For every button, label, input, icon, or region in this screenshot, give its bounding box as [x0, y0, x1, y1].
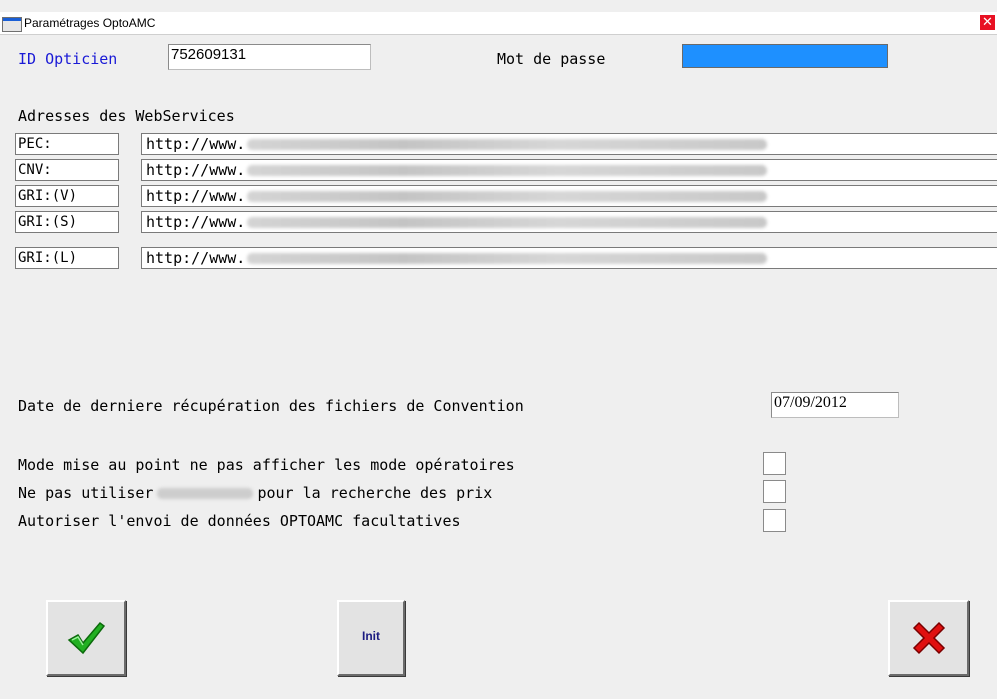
ws-code-cnv: CNV:	[15, 159, 119, 181]
ws-url-prefix: http://www.	[146, 249, 246, 267]
ws-code-gri-s: GRI:(S)	[15, 211, 119, 233]
webservices-heading: Adresses des WebServices	[18, 107, 235, 125]
optional-data-label: Autoriser l'envoi de données OPTOAMC fac…	[18, 512, 461, 530]
init-button[interactable]: Init	[337, 600, 405, 676]
ws-url-pec[interactable]: http://www.	[141, 133, 997, 155]
convention-date-label: Date de derniere récupération des fichie…	[18, 397, 524, 415]
ws-code-pec: PEC:	[15, 133, 119, 155]
redacted-url	[247, 217, 768, 228]
cancel-button[interactable]	[888, 600, 969, 676]
close-icon[interactable]: ✕	[980, 15, 995, 30]
settings-window: Paramétrages OptoAMC ✕ ID Opticien 75260…	[0, 0, 997, 699]
password-label: Mot de passe	[497, 50, 606, 68]
no-price-grid-label-end: pour la recherche des prix	[257, 484, 493, 502]
redacted-url	[247, 139, 768, 150]
id-opticien-label: ID Opticien	[18, 50, 118, 68]
ws-code-gri-v: GRI:(V)	[15, 185, 119, 207]
ok-button[interactable]	[46, 600, 126, 676]
checkmark-icon	[67, 621, 106, 655]
window-icon	[2, 17, 22, 32]
ws-url-prefix: http://www.	[146, 161, 246, 179]
red-x-icon	[912, 621, 945, 655]
title-bar[interactable]: Paramétrages OptoAMC ✕	[0, 12, 997, 35]
ws-url-gri-l[interactable]: http://www.	[141, 247, 997, 269]
ws-url-gri-s[interactable]: http://www.	[141, 211, 997, 233]
redacted-url	[247, 165, 768, 176]
redacted-url	[247, 253, 768, 264]
id-opticien-field[interactable]: 752609131	[168, 44, 371, 70]
convention-date-field[interactable]: 07/09/2012	[771, 392, 899, 418]
redacted-product-name	[157, 488, 254, 499]
ws-url-prefix: http://www.	[146, 187, 246, 205]
debug-mode-label: Mode mise au point ne pas afficher les m…	[18, 456, 515, 474]
ws-url-gri-v[interactable]: http://www.	[141, 185, 997, 207]
no-price-grid-checkbox[interactable]	[763, 480, 786, 503]
ws-code-gri-l: GRI:(L)	[15, 247, 119, 269]
ws-url-prefix: http://www.	[146, 213, 246, 231]
window-title: Paramétrages OptoAMC	[24, 16, 156, 30]
ws-url-prefix: http://www.	[146, 135, 246, 153]
no-price-grid-label: Ne pas utiliser pour la recherche des pri…	[18, 484, 492, 502]
redacted-url	[247, 191, 768, 202]
debug-mode-checkbox[interactable]	[763, 452, 786, 475]
optional-data-checkbox[interactable]	[763, 509, 786, 532]
password-field[interactable]	[682, 44, 888, 68]
no-price-grid-label-start: Ne pas utiliser	[18, 484, 154, 502]
init-button-label: Init	[362, 629, 380, 643]
ws-url-cnv[interactable]: http://www.	[141, 159, 997, 181]
